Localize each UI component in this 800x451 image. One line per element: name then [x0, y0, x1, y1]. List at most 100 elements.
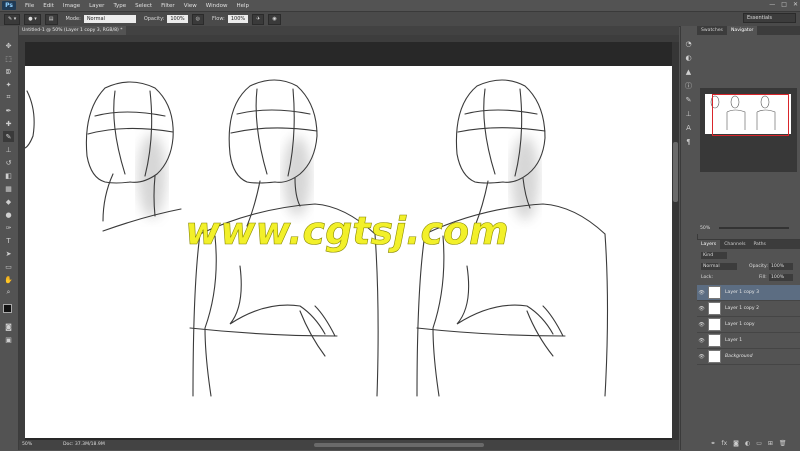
quick-mask-icon[interactable]: ◙ [3, 321, 14, 332]
airbrush-toggle[interactable]: ✈ [252, 13, 265, 25]
close-button[interactable]: ✕ [793, 1, 798, 8]
eye-icon[interactable]: 👁 [697, 322, 706, 328]
layer-thumbnail [708, 334, 721, 347]
pressure-size-toggle[interactable]: ◉ [268, 13, 281, 25]
eye-icon[interactable]: 👁 [697, 338, 706, 344]
maximize-button[interactable]: □ [781, 1, 787, 8]
type-tool-icon[interactable]: T [3, 235, 14, 246]
navigator-thumbnail[interactable] [700, 88, 797, 172]
histogram-panel-icon[interactable]: ▲ [683, 66, 694, 77]
opacity-field[interactable]: 100% [167, 15, 188, 23]
brush-tool-icon[interactable]: ✎ [3, 131, 14, 142]
layer-row[interactable]: 👁 Layer 1 [697, 333, 800, 349]
lasso-tool-icon[interactable]: ↁ [3, 66, 14, 77]
flow-field[interactable]: 100% [227, 15, 249, 23]
document-tab[interactable]: Untitled-1 @ 50% (Layer 1 copy 3, RGB/8)… [19, 26, 126, 35]
move-tool-icon[interactable]: ✥ [3, 40, 14, 51]
stamp-tool-icon[interactable]: ⊥ [3, 144, 14, 155]
layer-thumbnail [708, 350, 721, 363]
navigator-zoom-slider[interactable] [719, 227, 789, 229]
navigator-view-box[interactable] [712, 94, 789, 136]
status-zoom[interactable]: 50% [22, 442, 32, 447]
healing-tool-icon[interactable]: ✚ [3, 118, 14, 129]
pen-tool-icon[interactable]: ✑ [3, 222, 14, 233]
tab-paths[interactable]: Paths [749, 240, 770, 249]
workspace-switcher[interactable]: Essentials [743, 13, 796, 23]
eye-icon[interactable]: 👁 [697, 290, 706, 296]
menu-view[interactable]: View [184, 3, 197, 9]
dodge-tool-icon[interactable]: ● [3, 209, 14, 220]
gradient-tool-icon[interactable]: ▦ [3, 183, 14, 194]
link-layers-icon[interactable]: ⚭ [710, 440, 715, 447]
paragraph-panel-icon[interactable]: ¶ [683, 136, 694, 147]
history-panel-icon[interactable]: ◔ [683, 38, 694, 49]
info-panel-icon[interactable]: ⓘ [683, 80, 694, 91]
crop-tool-icon[interactable]: ⌗ [3, 92, 14, 103]
menu-help[interactable]: Help [236, 3, 249, 9]
layer-name: Layer 1 copy [725, 322, 755, 327]
menu-image[interactable]: Image [63, 3, 80, 9]
layer-thumbnail [708, 318, 721, 331]
navigator-zoom[interactable]: 50% [700, 226, 710, 231]
pressure-opacity-toggle[interactable]: ◎ [191, 13, 205, 25]
tool-preset-picker[interactable]: ✎ ▾ [4, 13, 21, 25]
menu-select[interactable]: Select [135, 3, 152, 9]
foreground-color-swatch[interactable] [3, 304, 12, 313]
blend-mode-select[interactable]: Normal [701, 263, 737, 270]
delete-layer-icon[interactable]: 🗑 [779, 440, 787, 447]
brush-preset-picker[interactable]: ● ▾ [24, 13, 41, 25]
marquee-tool-icon[interactable]: ⬚ [3, 53, 14, 64]
new-group-icon[interactable]: ▭ [756, 440, 762, 447]
hand-tool-icon[interactable]: ✋ [3, 274, 14, 285]
document-canvas[interactable]: www.cgtsj.com [24, 66, 672, 438]
zoom-tool-icon[interactable]: ⌕ [3, 287, 14, 298]
tab-swatches[interactable]: Swatches [697, 26, 727, 35]
layer-row[interactable]: 👁 Layer 1 copy 2 [697, 301, 800, 317]
tab-layers[interactable]: Layers [697, 240, 721, 249]
menu-filter[interactable]: Filter [161, 3, 175, 9]
shape-tool-icon[interactable]: ▭ [3, 261, 14, 272]
menu-file[interactable]: File [25, 3, 34, 9]
fill-field[interactable]: 100% [769, 274, 793, 281]
menu-edit[interactable]: Edit [43, 3, 54, 9]
character-panel-icon[interactable]: A [683, 122, 694, 133]
brush-panel-icon[interactable]: ✎ [683, 94, 694, 105]
mode-select[interactable]: Normal [83, 15, 136, 23]
screen-mode-icon[interactable]: ▣ [3, 334, 14, 345]
tab-navigator[interactable]: Navigator [726, 26, 758, 35]
blur-tool-icon[interactable]: ◆ [3, 196, 14, 207]
eraser-tool-icon[interactable]: ◧ [3, 170, 14, 181]
layers-footer: ⚭ fx ◙ ◐ ▭ ⊞ 🗑 [697, 437, 800, 449]
new-layer-icon[interactable]: ⊞ [768, 440, 773, 447]
horizontal-scroll-thumb[interactable] [314, 443, 484, 447]
menu-window[interactable]: Window [206, 3, 228, 9]
clone-source-panel-icon[interactable]: ⊥ [683, 108, 694, 119]
adjustment-layer-icon[interactable]: ◐ [745, 440, 750, 447]
fx-icon[interactable]: fx [721, 440, 727, 447]
eye-icon[interactable]: 👁 [697, 306, 706, 312]
status-bar: 50% Doc: 37.3M/18.9M [19, 440, 679, 450]
tab-channels[interactable]: Channels [720, 240, 749, 249]
history-brush-tool-icon[interactable]: ↺ [3, 157, 14, 168]
adjustments-panel-icon[interactable]: ◐ [683, 52, 694, 63]
menu-type[interactable]: Type [113, 3, 126, 9]
quick-select-tool-icon[interactable]: ✦ [3, 79, 14, 90]
layer-row[interactable]: 👁 Background [697, 349, 800, 365]
eyedropper-tool-icon[interactable]: ✒ [3, 105, 14, 116]
eye-icon[interactable]: 👁 [697, 354, 706, 360]
menu-layer[interactable]: Layer [89, 3, 104, 9]
layer-opacity-field[interactable]: 100% [769, 263, 793, 270]
layer-filter-kind[interactable]: Kind [701, 252, 727, 259]
layer-opacity-label: Opacity: [749, 264, 768, 269]
add-mask-icon[interactable]: ◙ [733, 440, 739, 447]
photoshop-logo: Ps [2, 1, 16, 10]
path-select-tool-icon[interactable]: ➤ [3, 248, 14, 259]
vertical-scroll-thumb[interactable] [673, 142, 678, 202]
brush-panel-toggle[interactable]: ▤ [44, 13, 58, 25]
layer-row[interactable]: 👁 Layer 1 copy [697, 317, 800, 333]
minimize-button[interactable]: — [769, 1, 775, 8]
vertical-scrollbar[interactable] [672, 42, 679, 440]
status-doc-size: Doc: 37.3M/18.9M [63, 442, 105, 447]
navigator-panel: Swatches Navigator 50% [697, 26, 800, 234]
layer-row[interactable]: 👁 Layer 1 copy 3 [697, 285, 800, 301]
